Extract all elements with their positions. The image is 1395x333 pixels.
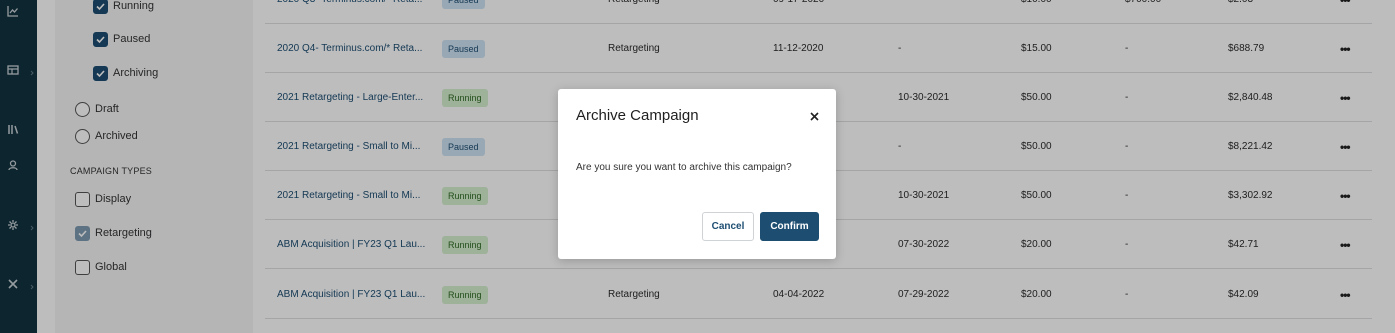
- cancel-button[interactable]: Cancel: [702, 212, 754, 241]
- archive-campaign-dialog: Archive Campaign Are you sure you want t…: [558, 89, 836, 259]
- confirm-button[interactable]: Confirm: [760, 212, 819, 241]
- close-icon[interactable]: [807, 109, 821, 123]
- dialog-message: Are you sure you want to archive this ca…: [576, 162, 792, 173]
- dialog-title: Archive Campaign: [576, 107, 699, 124]
